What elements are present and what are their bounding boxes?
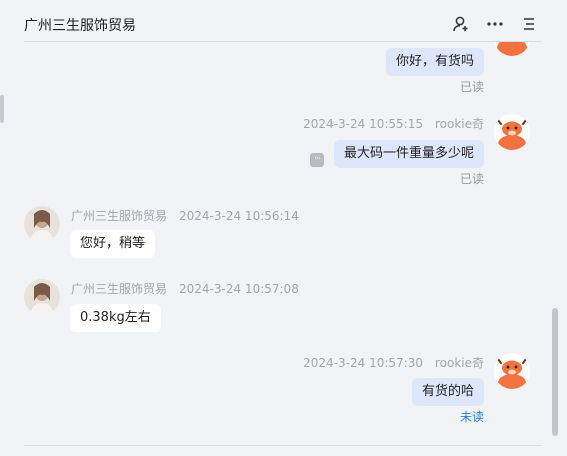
sender-name: 广州三生服饰贸易 — [71, 282, 168, 296]
avatar[interactable] — [494, 353, 530, 389]
chat-header: 广州三生服饰贸易 — [24, 0, 541, 42]
avatar[interactable] — [24, 206, 60, 242]
avatar — [494, 42, 530, 56]
add-person-icon[interactable] — [451, 14, 471, 34]
sender-name: rookie奇 — [434, 356, 484, 370]
message-bubble[interactable]: 0.38kg左右 — [70, 304, 161, 332]
read-status: 已读 — [459, 172, 484, 186]
more-options-icon[interactable]: ··· — [310, 153, 324, 167]
divider — [24, 445, 541, 446]
scrollbar-thumb[interactable] — [552, 308, 558, 436]
message-bubble[interactable]: 最大码一件重量多少呢 — [333, 140, 484, 168]
message-meta: 2024-3-24 10:57:30 rookie奇 — [303, 354, 484, 371]
message-meta: 广州三生服饰贸易 2024-3-24 10:56:14 — [71, 207, 299, 224]
message-time: 2024-3-24 10:57:08 — [179, 282, 299, 296]
message-bubble[interactable]: 您好，稍等 — [70, 230, 156, 258]
sender-name: rookie奇 — [434, 117, 484, 131]
avatar[interactable] — [494, 114, 530, 150]
menu-list-icon[interactable] — [519, 14, 539, 34]
header-actions — [451, 14, 539, 34]
message-time: 2024-3-24 10:56:14 — [179, 209, 299, 223]
sender-name: 广州三生服饰贸易 — [71, 209, 168, 223]
message-time: 2024-3-24 10:57:30 — [303, 356, 423, 370]
chat-title: 广州三生服饰贸易 — [24, 18, 136, 34]
message-bubble[interactable]: 你好，有货吗 — [385, 48, 484, 76]
message-bubble[interactable]: 有货的哈 — [411, 378, 484, 406]
more-horizontal-icon[interactable] — [485, 14, 505, 34]
message-time: 2024-3-24 10:55:15 — [303, 117, 423, 131]
avatar[interactable] — [24, 279, 60, 315]
message-meta: 2024-3-24 10:55:15 rookie奇 — [303, 115, 484, 132]
message-list[interactable]: 你好，有货吗 已读 2024-3-24 10:55:15 rookie奇 ··· … — [0, 42, 549, 445]
message-meta: 广州三生服饰贸易 2024-3-24 10:57:08 — [71, 280, 299, 297]
read-status: 已读 — [459, 80, 484, 94]
unread-status: 未读 — [459, 410, 484, 424]
